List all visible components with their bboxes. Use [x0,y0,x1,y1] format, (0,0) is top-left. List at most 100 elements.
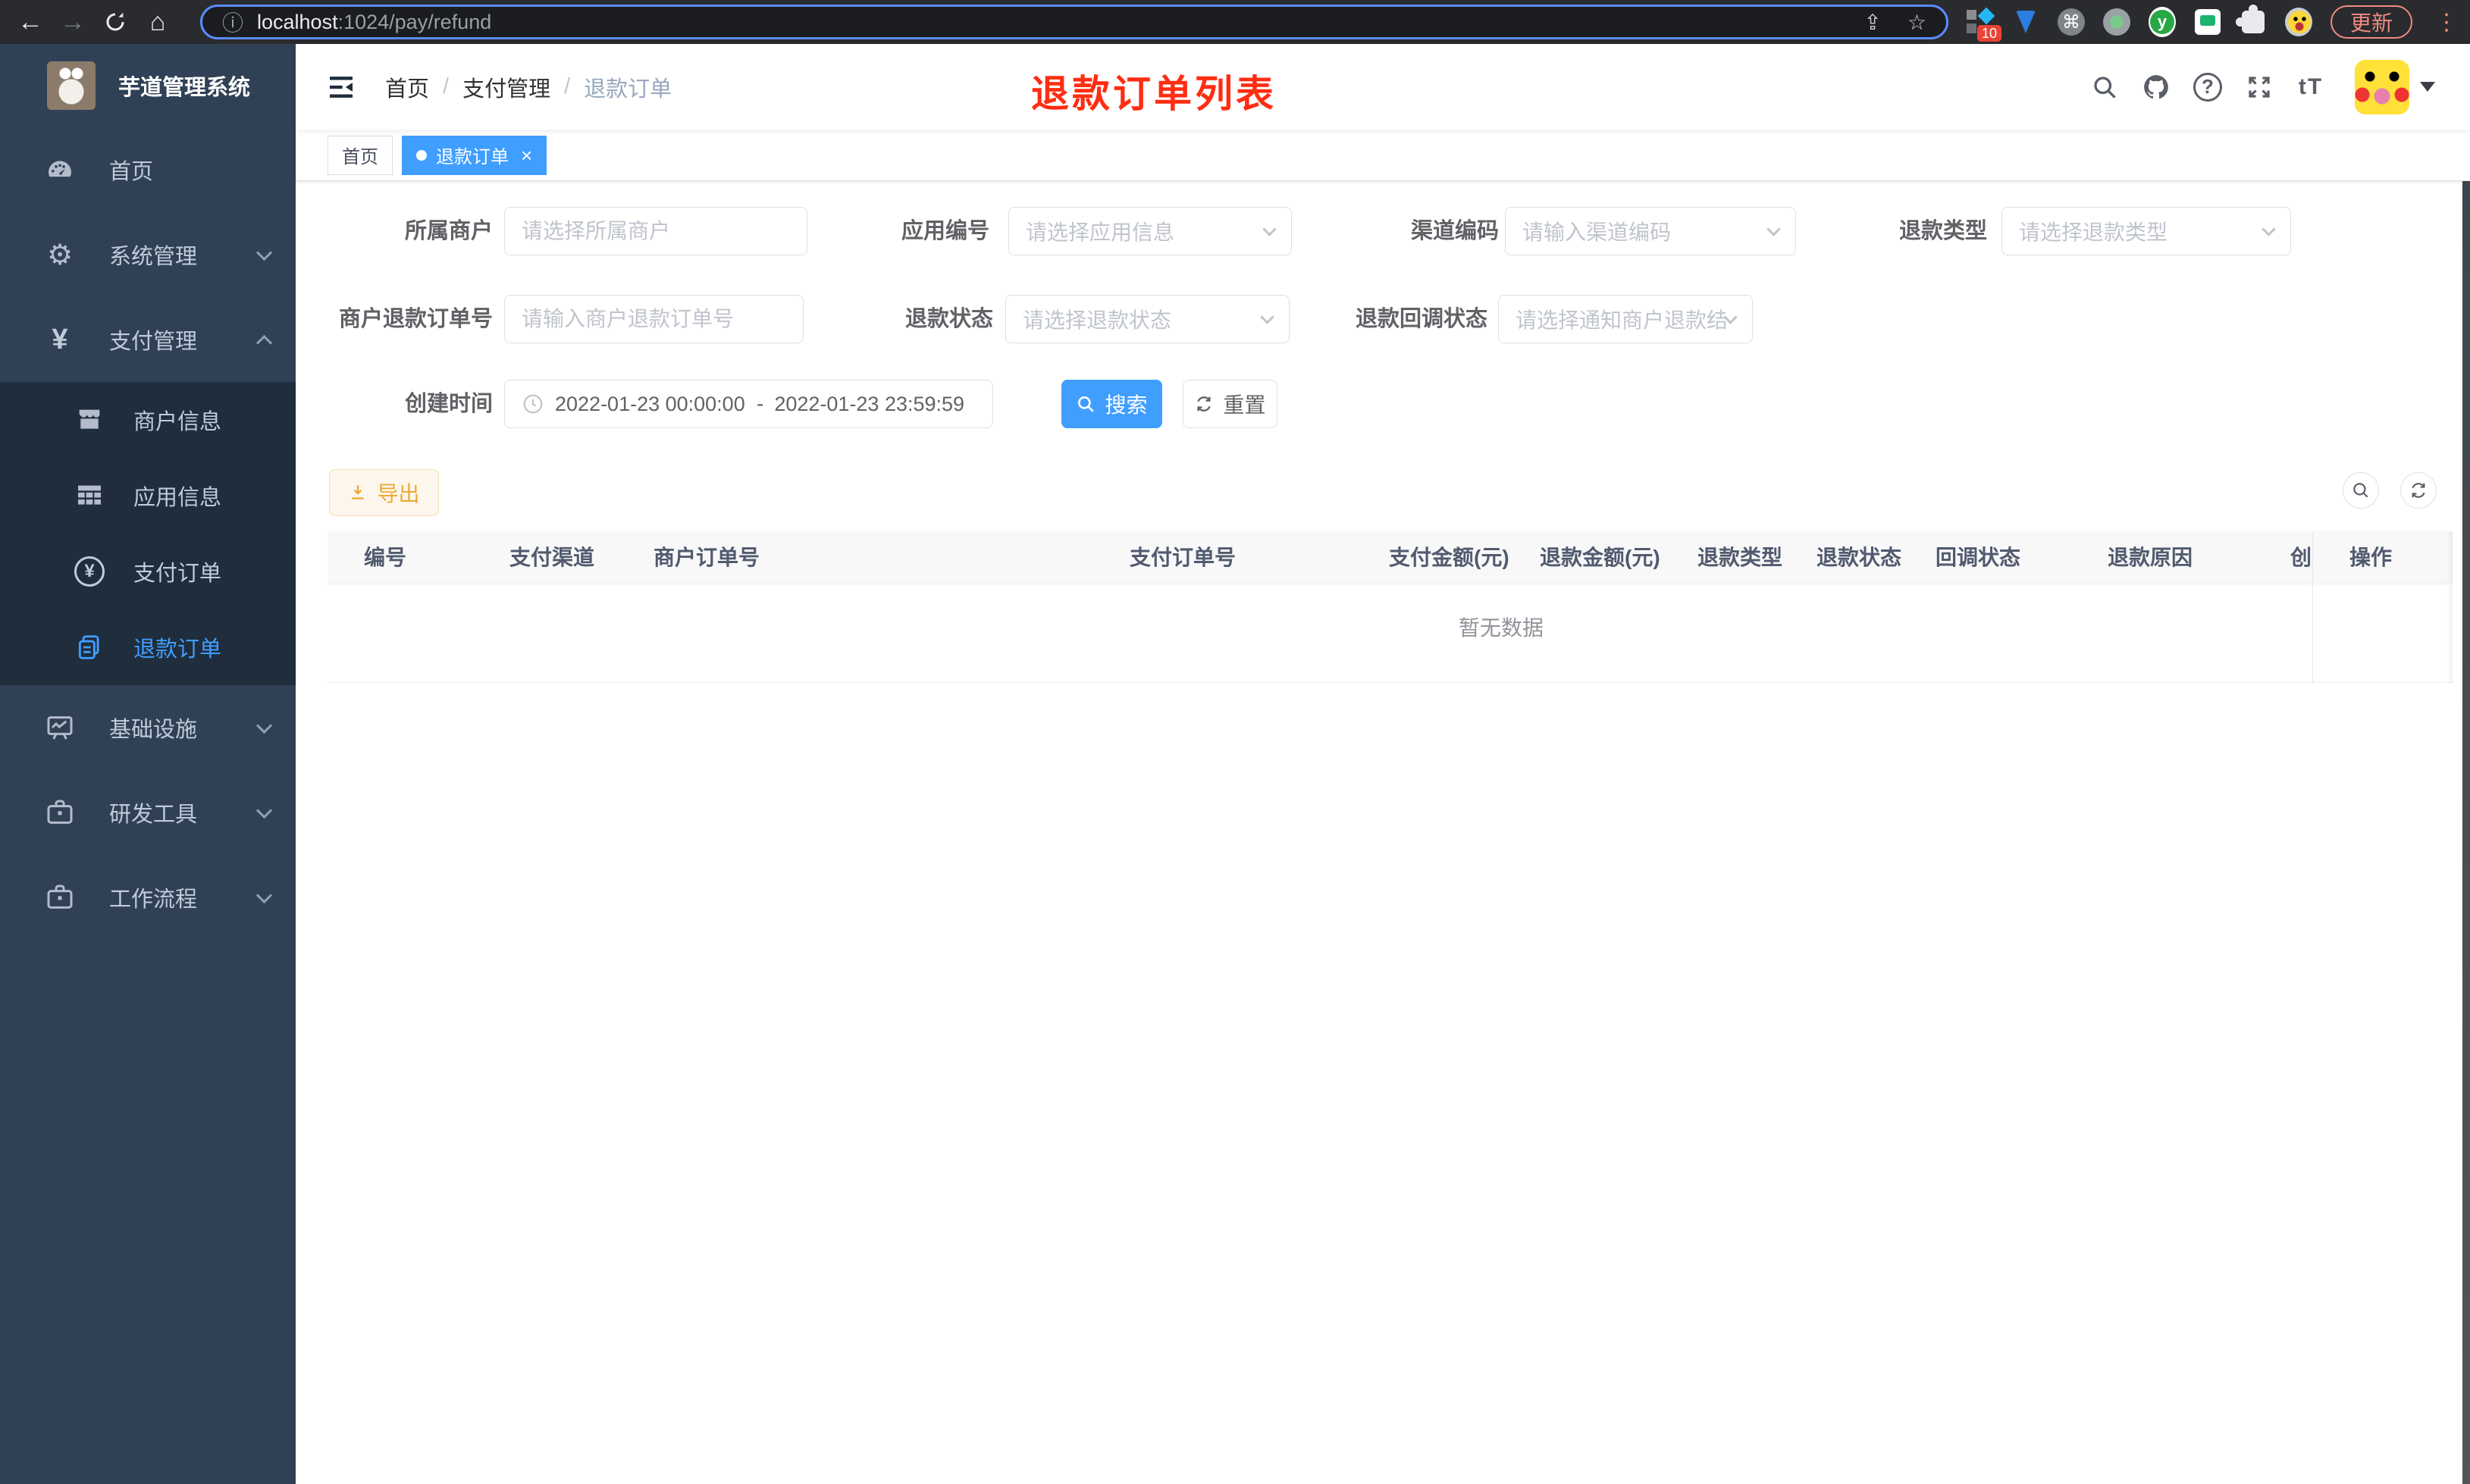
circled-yen-glyph: ¥ [74,556,105,587]
chevron-down-icon [1723,309,1738,324]
sidebar-item-home[interactable]: 首页 [0,127,296,212]
refund-status-select[interactable]: 请选择退款状态 [1005,295,1290,343]
record-icon [2102,8,2130,36]
help-icon[interactable]: ? [2182,72,2233,102]
screen: ← → ⌂ ⓘ localhost :1024/pay/refund ⇪ ☆ 1… [0,0,2470,1484]
refund-type-select[interactable]: 请选择退款类型 [2001,207,2291,255]
tag-label: 退款订单 [436,147,509,167]
reset-button[interactable]: 重置 [1183,380,1277,428]
sidebar-item-pay-order[interactable]: ¥ 支付订单 [0,534,296,609]
sidebar-item-merchant-info[interactable]: 商户信息 [0,382,296,458]
browser-back-icon[interactable]: ← [9,5,52,39]
chevron-down-icon [1766,221,1781,236]
sidebar-item-devtools[interactable]: 研发工具 [0,770,296,855]
sidebar-item-system[interactable]: ⚙ 系统管理 [0,212,296,297]
filter-label-channel: 渠道编码 [1410,219,1499,243]
app: 芋道管理系统 首页 ⚙ 系统管理 ¥ 支付管理 商户信息 应用信息 ¥ 支付订单… [0,44,2470,1484]
user-avatar[interactable] [2355,59,2409,114]
gem-icon [2015,11,2036,33]
merchant-refund-no-field[interactable] [522,307,786,331]
browser-forward-icon[interactable]: → [52,5,94,39]
date-range-picker[interactable]: 2022-01-23 00:00:00 - 2022-01-23 23:59:5… [504,380,993,428]
column-header-pay-amount: 支付金额(元) [1389,546,1509,569]
navbar-actions: ? tT [2079,44,2470,130]
profile-avatar-icon[interactable] [2284,8,2312,36]
y-letter: y [2149,10,2174,34]
tag-home[interactable]: 首页 [328,135,393,175]
avatar-caret-icon[interactable] [2420,82,2435,92]
share-icon[interactable]: ⇪ [1863,10,1881,35]
app-select[interactable]: 请选择应用信息 [1008,207,1292,255]
column-header-create-time: 创建时间 [2290,546,2312,569]
github-icon[interactable] [2130,73,2182,102]
refund-doc-icon [73,633,106,662]
sidebar-item-infra[interactable]: 基础设施 [0,685,296,770]
window-scrollbar[interactable] [2462,44,2470,1484]
column-header-pay-order-no: 支付订单号 [1130,546,1237,569]
chevron-down-icon [255,717,273,734]
callback-status-select[interactable]: 请选择通知商户退款结果 [1498,295,1753,343]
extension-icon-2[interactable] [2012,8,2039,36]
merchant-input[interactable] [504,207,807,255]
site-info-icon[interactable]: ⓘ [222,7,243,37]
chevron-down-icon [255,244,273,261]
chrome-update-button[interactable]: 更新 [2330,5,2412,39]
refund-status-placeholder: 请选择退款状态 [1023,308,1172,332]
command-icon: ⌘ [2057,8,2085,36]
help-glyph: ? [2193,72,2222,102]
chevron-down-icon [2262,221,2276,236]
reset-button-label: 重置 [1223,393,1266,417]
yen-icon: ¥ [52,323,68,355]
extension-badge: 10 [1976,25,2001,42]
browser-reload-icon[interactable] [94,5,136,39]
extension-icon-6[interactable] [2194,8,2221,36]
extension-icon-1[interactable]: 10 [1966,7,2001,42]
channel-select-placeholder: 请输入渠道编码 [1522,221,1672,244]
filter-label-app: 应用编号 [901,219,989,243]
sidebar-item-workflow[interactable]: 工作流程 [0,855,296,940]
extensions-puzzle-icon[interactable] [2235,5,2267,36]
merchant-input-field[interactable] [522,219,790,243]
column-header-refund-reason: 退款原因 [2108,546,2193,569]
filter-label-merchant-refund-no: 商户退款订单号 [338,307,493,331]
date-range-separator: - [757,392,764,415]
font-size-icon[interactable]: tT [2285,74,2337,100]
extension-icon-3[interactable]: ⌘ [2057,8,2085,36]
table-refresh-button[interactable] [2400,472,2437,509]
fullscreen-icon[interactable] [2233,74,2285,101]
extension-icon-4[interactable] [2102,8,2130,36]
sidebar: 芋道管理系统 首页 ⚙ 系统管理 ¥ 支付管理 商户信息 应用信息 ¥ 支付订单… [0,44,296,1484]
dashboard-icon [42,155,77,185]
search-button[interactable]: 搜索 [1061,380,1162,428]
tag-refund-order[interactable]: 退款订单 × [402,135,547,175]
url-host: localhost [257,10,338,33]
url-path: :1024/pay/refund [337,10,492,33]
browser-home-icon[interactable]: ⌂ [136,5,179,39]
url-bar[interactable]: ⓘ localhost :1024/pay/refund ⇪ ☆ [200,5,1948,39]
extension-icon-5[interactable]: y [2148,7,2176,37]
filter-label-callback-status: 退款回调状态 [1355,307,1487,331]
breadcrumb-home[interactable]: 首页 [385,71,429,103]
sidebar-item-label: 首页 [109,160,154,184]
column-header-id: 编号 [364,546,407,569]
sidebar-item-pay[interactable]: ¥ 支付管理 [0,297,296,382]
sidebar-item-app-info[interactable]: 应用信息 [0,458,296,534]
sidebar-collapse-icon[interactable] [326,72,356,102]
bookmark-star-icon[interactable]: ☆ [1907,10,1926,35]
breadcrumb-pay[interactable]: 支付管理 [462,71,550,103]
export-button[interactable]: 导出 [329,469,439,516]
browser-menu-icon[interactable]: ⋮ [2431,9,2462,36]
search-icon[interactable] [2079,74,2130,101]
channel-select[interactable]: 请输入渠道编码 [1505,207,1796,255]
tag-close-icon[interactable]: × [518,146,532,165]
extension-diamond [1977,7,1995,25]
sidebar-item-refund-order[interactable]: 退款订单 [0,609,296,685]
app-logo[interactable]: 芋道管理系统 [0,44,296,127]
sidebar-item-label: 工作流程 [109,888,198,912]
table-search-toggle-button[interactable] [2343,472,2379,509]
filter-label-merchant: 所属商户 [404,219,493,243]
fixed-column-divider [2312,531,2453,683]
grid-icon [73,481,106,511]
merchant-refund-no-input[interactable] [504,295,804,343]
extension-square [1966,23,1976,33]
